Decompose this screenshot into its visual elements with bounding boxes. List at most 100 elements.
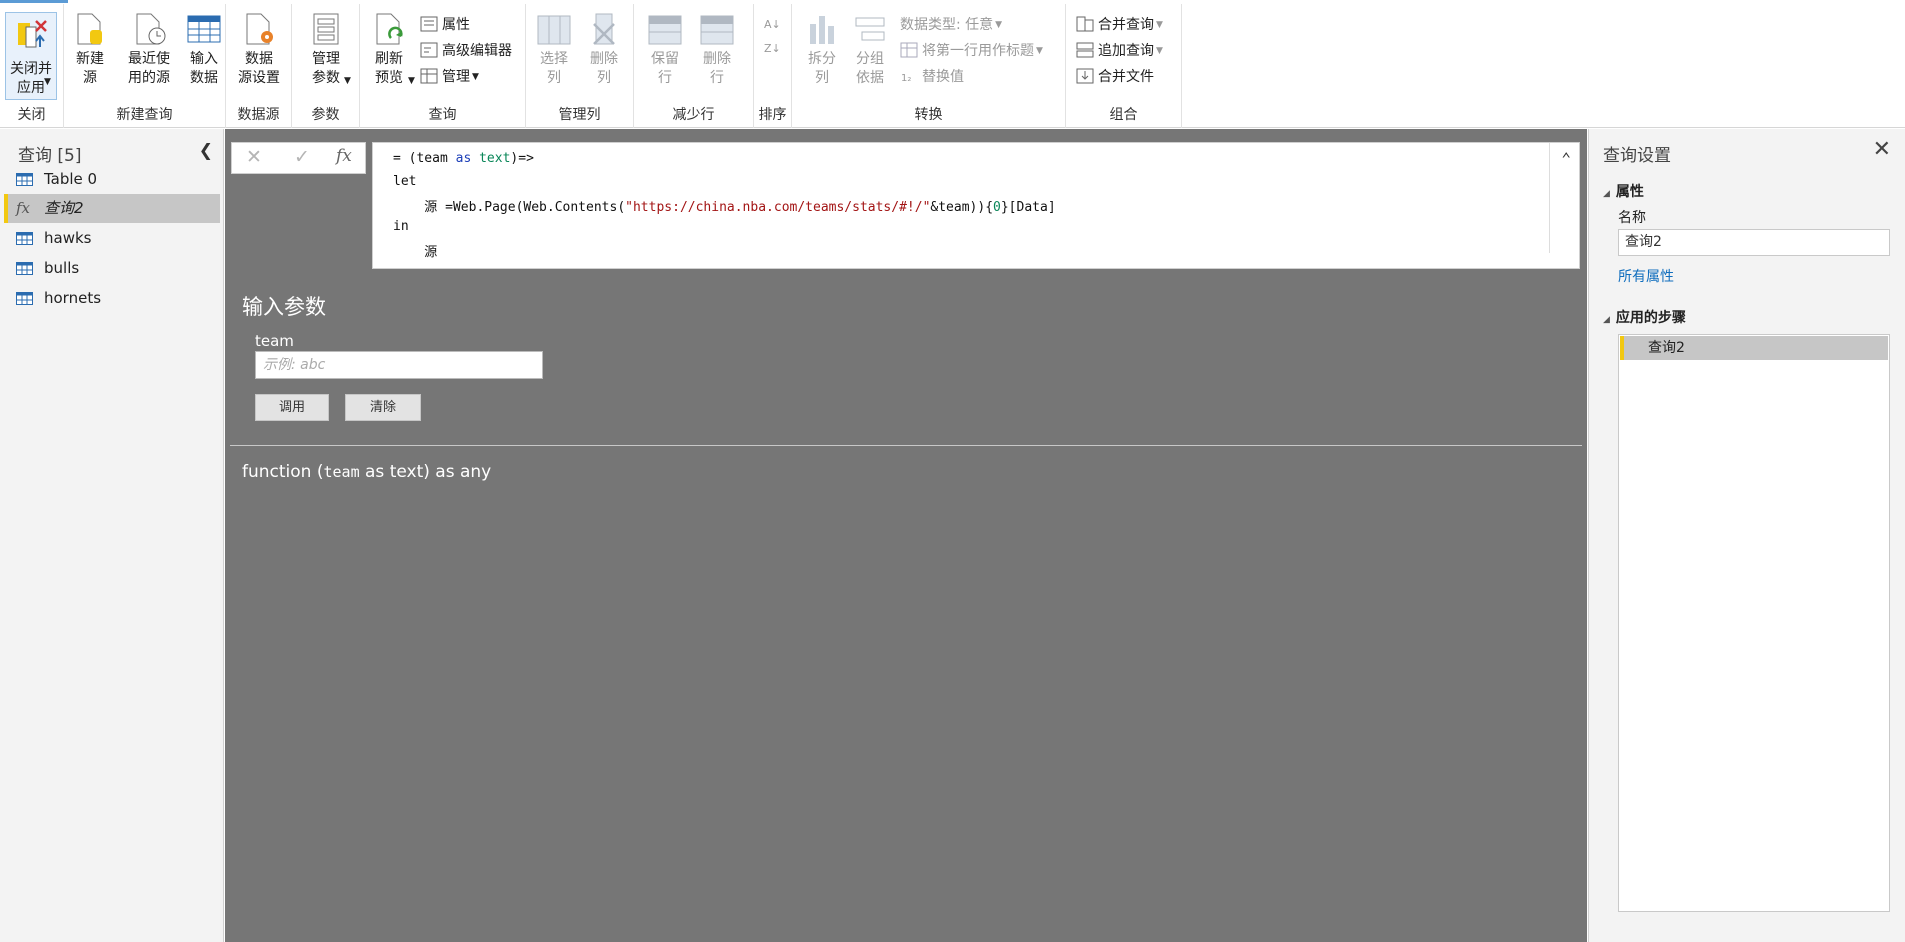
first-row-header-label: 将第一行用作标题 xyxy=(922,43,1034,59)
enter-data-button[interactable]: 输入 数据 xyxy=(186,12,222,88)
sort-descending-icon: Z↓ xyxy=(764,42,781,55)
manage-button[interactable]: 管理 ▼ xyxy=(420,66,479,88)
enter-parameters-title: 输入参数 xyxy=(242,295,326,319)
close-apply-button[interactable]: 关闭并 应用 ▼ xyxy=(5,12,57,100)
refresh-preview-button[interactable]: 刷新 预览 ▼ xyxy=(366,12,415,88)
choose-columns-icon xyxy=(537,15,571,45)
collapse-formula-icon[interactable]: ⌃ xyxy=(1561,149,1571,168)
recent-sources-button[interactable]: 最近使 用的源 xyxy=(120,12,178,88)
function-invoke-area: ✕ ✓ fx = (team as text)=> let 源 =Web.Pag… xyxy=(225,129,1587,942)
function-icon: fx xyxy=(16,199,31,217)
replace-values-button[interactable]: 1₂ 替换值 xyxy=(900,66,964,88)
formula-editor[interactable]: = (team as text)=> let 源 =Web.Page(Web.C… xyxy=(372,142,1580,269)
sort-ascending-button[interactable]: A↓ xyxy=(762,14,782,36)
properties-section-header[interactable]: ◢ 属性 xyxy=(1603,181,1644,201)
new-source-label: 新建 源 xyxy=(76,51,104,86)
merge-queries-button[interactable]: 合并查询 ▼ xyxy=(1076,14,1163,36)
divider xyxy=(230,445,1582,446)
new-source-button[interactable]: 新建 源 xyxy=(70,12,110,88)
query-label: hornets xyxy=(44,289,102,307)
data-source-settings-icon xyxy=(246,13,273,45)
group-combine: 合并查询 ▼ 追加查询 ▼ 合并文件 组合 xyxy=(1066,4,1182,128)
manage-params-button[interactable]: 管理 参数 ▼ xyxy=(298,12,354,88)
query-item-hawks[interactable]: hawks xyxy=(4,224,220,253)
formula-line-4: in xyxy=(393,219,409,234)
remove-rows-button[interactable]: 删除 行 xyxy=(696,12,738,88)
signature-text: function ( xyxy=(242,462,324,482)
group-by-button[interactable]: 分组 依据 xyxy=(850,12,890,88)
group-new-query: 新建 源 最近使 用的源 输入 数据 新建查询 xyxy=(64,4,226,128)
code-text: }[Data] xyxy=(1000,200,1056,215)
fx-icon[interactable]: fx xyxy=(336,146,352,166)
svg-text:A↓: A↓ xyxy=(764,18,781,31)
append-queries-button[interactable]: 追加查询 ▼ xyxy=(1076,40,1163,62)
refresh-icon xyxy=(376,13,403,45)
sort-descending-button[interactable]: Z↓ xyxy=(762,38,782,60)
group-label-params: 参数 xyxy=(311,107,340,123)
data-type-dropdown[interactable]: 数据类型: 任意 ▼ xyxy=(900,14,1002,36)
replace-values-icon: 1₂ xyxy=(901,73,911,84)
query-item-hornets[interactable]: hornets xyxy=(4,284,220,313)
remove-cols-button[interactable]: 删除 列 xyxy=(584,12,624,88)
table-icon xyxy=(16,262,33,275)
collapse-triangle-icon: ◢ xyxy=(1603,315,1610,325)
clear-button[interactable]: 清除 xyxy=(345,394,421,421)
confirm-icon[interactable]: ✓ xyxy=(294,146,310,168)
keep-rows-button[interactable]: 保留 行 xyxy=(644,12,686,88)
combine-files-icon xyxy=(1076,68,1094,84)
code-text: )=> xyxy=(510,151,534,166)
collapse-pane-icon[interactable]: ❮ xyxy=(199,141,213,161)
group-label-sort: 排序 xyxy=(758,107,787,123)
manage-label: 管理 xyxy=(442,69,470,85)
refresh-preview-label: 刷新 预览 xyxy=(375,51,403,86)
chevron-down-icon: ▼ xyxy=(1156,46,1163,56)
choose-cols-button[interactable]: 选择 列 xyxy=(534,12,574,88)
recent-sources-icon xyxy=(136,13,166,45)
chevron-down-icon: ▼ xyxy=(995,20,1003,30)
remove-cols-label: 删除 列 xyxy=(590,51,618,86)
formula-line-2: let xyxy=(393,174,417,189)
group-label-data-source: 数据源 xyxy=(237,107,280,123)
data-source-settings-label: 数据 源设置 xyxy=(238,51,280,86)
query-item-bulls[interactable]: bulls xyxy=(4,254,220,283)
close-apply-icon xyxy=(18,20,47,48)
code-text: &team)){ xyxy=(930,200,994,215)
ribbon: 关闭并 应用 ▼ 关闭 新建 源 最近使 用的源 输入 数据 新建查询 数据 源… xyxy=(0,0,1905,128)
cancel-icon[interactable]: ✕ xyxy=(246,146,262,168)
group-label-manage-cols: 管理列 xyxy=(558,107,601,123)
advanced-editor-button[interactable]: 高级编辑器 xyxy=(420,40,512,62)
name-field[interactable]: 查询2 xyxy=(1618,229,1890,256)
group-query: 刷新 预览 ▼ 属性 高级编辑器 管理 ▼ 查询 xyxy=(360,4,526,128)
properties-icon xyxy=(420,16,438,32)
applied-steps-section-header[interactable]: ◢ 应用的步骤 xyxy=(1603,307,1686,327)
query-item-table0[interactable]: Table 0 xyxy=(4,165,220,194)
query-label: bulls xyxy=(44,259,80,277)
recent-sources-label: 最近使 用的源 xyxy=(128,51,170,86)
queries-pane: 查询 [5] ❮ Table 0 fx 查询2 hawks bulls horn… xyxy=(0,129,224,942)
choose-cols-label: 选择 列 xyxy=(540,51,568,86)
first-row-header-button[interactable]: 将第一行用作标题 ▼ xyxy=(900,40,1043,62)
merge-queries-label: 合并查询 xyxy=(1098,17,1154,33)
query-label: Table 0 xyxy=(44,170,98,188)
invoke-button[interactable]: 调用 xyxy=(255,394,329,421)
parameters-icon xyxy=(313,13,339,45)
data-type-label: 数据类型: 任意 xyxy=(900,17,994,33)
team-param-input[interactable]: 示例: abc xyxy=(255,351,543,379)
all-properties-link[interactable]: 所有属性 xyxy=(1618,266,1674,286)
split-col-button[interactable]: 拆分 列 xyxy=(802,12,842,88)
query-settings-title: 查询设置 xyxy=(1603,146,1671,166)
combine-files-button[interactable]: 合并文件 xyxy=(1076,66,1154,88)
group-label-transform: 转换 xyxy=(914,107,943,123)
split-column-icon xyxy=(810,16,834,44)
applied-step-item[interactable]: 查询2 xyxy=(1620,336,1888,360)
data-source-settings-button[interactable]: 数据 源设置 xyxy=(232,12,286,88)
query-item-query2[interactable]: fx 查询2 xyxy=(4,194,220,223)
close-icon[interactable]: ✕ xyxy=(1873,137,1891,162)
remove-rows-icon xyxy=(700,15,734,45)
table-icon xyxy=(187,15,221,43)
merge-queries-icon xyxy=(1076,16,1094,32)
properties-button[interactable]: 属性 xyxy=(420,14,470,36)
formula-line-5: 源 xyxy=(393,245,438,260)
query-label: hawks xyxy=(44,229,92,247)
